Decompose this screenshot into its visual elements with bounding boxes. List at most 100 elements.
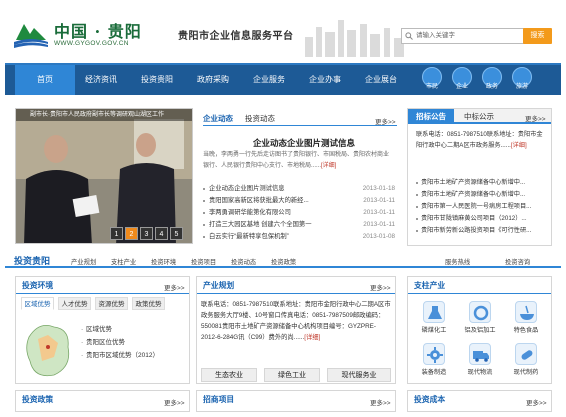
pillar-item-aluminum[interactable]: 铝及铝加工 bbox=[460, 301, 500, 335]
pillar-label: 装备制造 bbox=[421, 369, 447, 376]
invest-policy-more-link[interactable]: 更多>> bbox=[164, 397, 185, 407]
news-date: 2013-01-08 bbox=[362, 233, 395, 240]
carousel-page-1[interactable]: 1 bbox=[110, 227, 123, 240]
list-item[interactable]: 李两勇调研华能第化有限公司 2013-01-11 bbox=[203, 207, 395, 219]
panel-divider bbox=[408, 293, 551, 294]
nav-item-home[interactable]: 首页 bbox=[15, 65, 75, 95]
invest-project-more-link[interactable]: 更多>> bbox=[370, 397, 391, 407]
logo-text: 中国 · 贵阳 bbox=[54, 22, 142, 41]
link-invest-env[interactable]: 投资环境 bbox=[151, 257, 176, 266]
invest-cost-more-link[interactable]: 更多>> bbox=[526, 397, 547, 407]
news-title: 李两勇调研华能第化有限公司 bbox=[209, 209, 291, 216]
citizen-link[interactable]: 市民 bbox=[420, 67, 444, 93]
news-more-link[interactable]: 更多>> bbox=[375, 116, 396, 126]
citizen-label: 市民 bbox=[425, 84, 438, 90]
tab-region[interactable]: 区域优势 bbox=[21, 297, 54, 310]
tab-policy[interactable]: 政策优势 bbox=[132, 297, 165, 310]
nav-item-enterprise-affairs[interactable]: 企业办事 bbox=[295, 65, 355, 95]
chemical-icon bbox=[423, 301, 445, 323]
news-carousel[interactable]: 副市长·贵阳市人民政府副市长等调研观山湖区工作 1 2 3 4 5 bbox=[15, 108, 193, 244]
link-industry-plan[interactable]: 产业规划 bbox=[71, 257, 96, 266]
nav-item-enterprise-service[interactable]: 企业服务 bbox=[239, 65, 299, 95]
tab-tender-notice[interactable]: 招标公告 bbox=[408, 109, 454, 124]
carousel-page-2[interactable]: 2 bbox=[125, 227, 138, 240]
pillar-item-food[interactable]: 特色食品 bbox=[506, 301, 546, 335]
carousel-page-3[interactable]: 3 bbox=[140, 227, 153, 240]
government-label: 政务 bbox=[485, 84, 498, 90]
link-invest-news[interactable]: 投资动态 bbox=[231, 257, 256, 266]
news-date: 2013-01-11 bbox=[363, 209, 395, 216]
hotline-link[interactable]: 服务热线 bbox=[445, 257, 470, 266]
invest-project-panel: 招商项目 更多>> bbox=[196, 390, 396, 412]
nav-item-procurement[interactable]: 政府采购 bbox=[183, 65, 243, 95]
pillar-item-equipment[interactable]: 装备制造 bbox=[414, 343, 454, 377]
tab-enterprise-news[interactable]: 企业动态 bbox=[203, 112, 233, 126]
invest-env-panel: 投资环境 更多>> 区域优势 人才优势 资源优势 政策优势 区域优势 贵阳区位优… bbox=[15, 276, 190, 384]
announcement-detail-link[interactable]: [详细] bbox=[511, 142, 527, 149]
site-title: 贵阳市企业信息服务平台 bbox=[178, 31, 294, 42]
tab-resource[interactable]: 资源优势 bbox=[95, 297, 128, 310]
invest-cost-title: 投资成本 bbox=[414, 395, 446, 404]
search-box: 请输入关键字 搜索 bbox=[401, 28, 552, 44]
link-pillar-industry[interactable]: 支柱产业 bbox=[111, 257, 136, 266]
consult-link[interactable]: 投资咨询 bbox=[505, 257, 530, 266]
nav-item-showcase[interactable]: 企业展台 bbox=[351, 65, 411, 95]
panel-divider bbox=[16, 293, 189, 294]
government-link[interactable]: 政务 bbox=[480, 67, 504, 93]
news-summary-link[interactable]: [详细] bbox=[321, 163, 336, 169]
announcement-more-link[interactable]: 更多>> bbox=[525, 113, 546, 123]
pillar-item-logistics[interactable]: 现代物流 bbox=[460, 343, 500, 377]
link-invest-project[interactable]: 投资项目 bbox=[191, 257, 216, 266]
search-placeholder: 请输入关键字 bbox=[416, 32, 455, 39]
news-tabs: 企业动态 投资动态 更多>> bbox=[203, 112, 397, 126]
carousel-page-5[interactable]: 5 bbox=[170, 227, 183, 240]
carousel-page-4[interactable]: 4 bbox=[155, 227, 168, 240]
list-item[interactable]: 贵阳国家高新区将获批最大的新经... 2013-01-11 bbox=[203, 195, 395, 207]
enterprise-link[interactable]: 企业 bbox=[450, 67, 474, 93]
news-title: 打造三大园区基地 创建六个全国第一 bbox=[209, 221, 312, 228]
list-item[interactable]: 贵阳市区域优势（2012） bbox=[81, 349, 159, 362]
tab-award-notice[interactable]: 中标公示 bbox=[456, 109, 502, 124]
modern-service-button[interactable]: 现代服务业 bbox=[327, 368, 391, 382]
invest-cost-panel: 投资成本 更多>> bbox=[407, 390, 552, 412]
list-item[interactable]: 区域优势 bbox=[81, 323, 159, 336]
list-item[interactable]: 贵阳市土地矿产资源储备中心新增中... bbox=[416, 189, 551, 201]
link-invest-policy[interactable]: 投资政策 bbox=[271, 257, 296, 266]
invest-env-more-link[interactable]: 更多>> bbox=[164, 282, 185, 292]
invest-section-title: 投资贵阳 bbox=[14, 256, 51, 266]
list-item[interactable]: 贵阳区位优势 bbox=[81, 336, 159, 349]
eco-agriculture-button[interactable]: 生态农业 bbox=[201, 368, 257, 382]
pillar-item-chemical[interactable]: 磷煤化工 bbox=[414, 301, 454, 335]
food-icon bbox=[515, 301, 537, 323]
tab-talent[interactable]: 人才优势 bbox=[58, 297, 91, 310]
list-item[interactable]: 贵阳市土地矿产资源储备中心新增中... bbox=[416, 177, 551, 189]
invest-policy-title: 投资政策 bbox=[22, 395, 54, 404]
list-item[interactable]: 贵阳市第一人民医院一号病房工程项目... bbox=[416, 201, 551, 213]
enterprise-label: 企业 bbox=[455, 84, 468, 90]
page: 中国 · 贵阳 WWW.GYGOV.GOV.CN 贵阳市企业信息服务平台 请输入… bbox=[0, 0, 566, 417]
news-date: 2013-01-18 bbox=[362, 185, 395, 192]
news-summary-text: 当晚，李两勇一行先后走访图书了贵阳银行、市国税局、贵阳农村商业银行、人民银行贵阳… bbox=[203, 152, 390, 169]
search-input[interactable]: 请输入关键字 bbox=[401, 28, 524, 44]
nav-item-invest[interactable]: 投资贵阳 bbox=[127, 65, 187, 95]
search-button[interactable]: 搜索 bbox=[523, 28, 552, 44]
nav-item-economy[interactable]: 经济资讯 bbox=[71, 65, 131, 95]
list-item[interactable]: 企业动态企业图片测试信息 2013-01-18 bbox=[203, 183, 395, 195]
tourism-link[interactable]: 旅游 bbox=[510, 67, 534, 93]
list-item[interactable]: 打造三大园区基地 创建六个全国第一 2013-01-11 bbox=[203, 219, 395, 231]
industry-plan-detail-link[interactable]: [详细] bbox=[304, 334, 320, 341]
pillar-item-pharma[interactable]: 现代制药 bbox=[506, 343, 546, 377]
industry-plan-more-link[interactable]: 更多>> bbox=[370, 282, 391, 292]
announcement-tabs: 招标公告 中标公示 更多>> bbox=[408, 109, 551, 124]
news-date: 2013-01-11 bbox=[363, 221, 395, 228]
pill-icon bbox=[515, 343, 537, 365]
list-item[interactable]: 贵阳市新劳新公路投资项目《可行性研... bbox=[416, 225, 551, 237]
industry-plan-title: 产业规划 bbox=[203, 281, 235, 290]
green-industry-button[interactable]: 绿色工业 bbox=[264, 368, 320, 382]
list-item[interactable]: 贵阳市甘陇镇麻黄公司项目（2012）... bbox=[416, 213, 551, 225]
news-headline[interactable]: 企业动态企业图片测试信息 bbox=[253, 137, 355, 149]
list-item[interactable]: 白云实行“最新特享包保机制” 2013-01-08 bbox=[203, 231, 395, 243]
panel-divider bbox=[197, 293, 395, 294]
site-logo[interactable]: 中国 · 贵阳 WWW.GYGOV.GOV.CN bbox=[14, 14, 144, 54]
tab-invest-news[interactable]: 投资动态 bbox=[245, 112, 275, 126]
